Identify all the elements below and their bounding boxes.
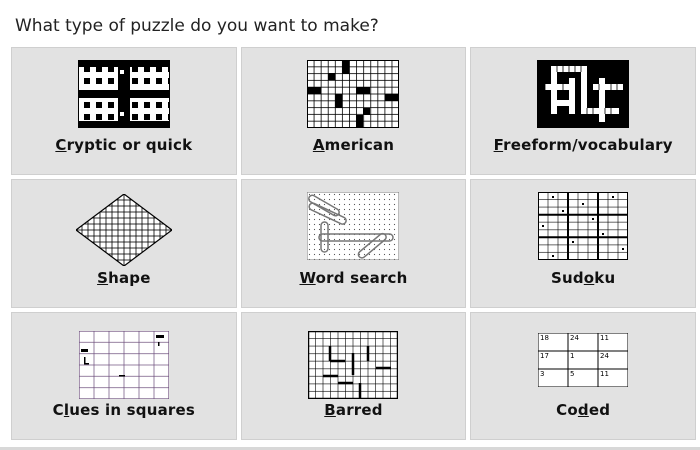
page-title: What type of puzzle do you want to make? [15,16,379,36]
tile-label: Clues in squares [52,400,196,419]
coded-number: 11 [600,370,609,378]
diamond-shape-grid-icon [75,194,172,267]
sudoku-grid-icon [538,192,629,261]
tile-shape[interactable]: Shape [11,179,237,308]
coded-number: 11 [600,334,609,342]
clues-in-squares-grid-icon [78,330,169,399]
tile-barred[interactable]: Barred [240,311,467,440]
barred-grid-icon [308,330,399,399]
tile-label: American [312,136,395,155]
tile-sudoku[interactable]: Sudoku [470,179,696,308]
tile-word-search[interactable]: Word search [240,179,467,308]
tile-label: Word search [299,268,408,287]
tile-clues-in-squares[interactable]: Clues in squares [11,311,237,440]
coded-number: 17 [540,352,549,360]
word-search-grid-icon [307,192,400,261]
tile-label: Barred [324,400,383,419]
coded-number: 24 [600,352,609,360]
tile-label: Cryptic or quick [55,136,193,155]
coded-number: 1 [570,352,574,360]
tile-cryptic-or-quick[interactable]: Cryptic or quick [11,47,237,176]
tile-freeform-vocabulary[interactable]: Freeform/vocabulary [470,47,696,176]
tile-coded[interactable]: 18 24 11 17 1 24 3 5 11 Coded [470,311,696,440]
coded-number: 3 [540,370,544,378]
tile-label: Shape [97,268,151,287]
american-crossword-grid-icon [307,60,400,128]
coded-number: 24 [570,334,579,342]
tile-label: Coded [556,400,611,419]
coded-number: 18 [540,334,549,342]
tile-label: Freeform/vocabulary [493,136,673,155]
coded-grid-icon: 18 24 11 17 1 24 3 5 11 [538,332,629,387]
tile-american[interactable]: American [240,47,467,176]
freeform-grid-icon [537,60,630,128]
tile-label: Sudoku [550,268,616,287]
blocked-crossword-grid-icon [77,60,170,128]
puzzle-type-grid: Cryptic or quick American Freeform/vocab… [11,47,696,440]
coded-number: 5 [570,370,574,378]
